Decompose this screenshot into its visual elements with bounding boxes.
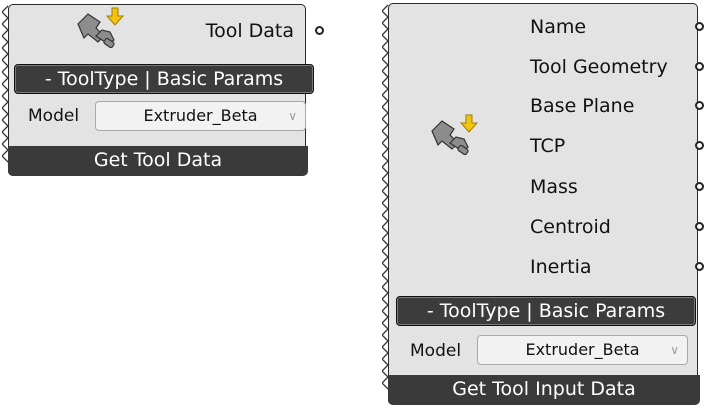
input-edge-zigzag [382,4,389,390]
output-port-centroid[interactable] [695,222,704,231]
model-dropdown-value: Extruder_Beta [143,106,258,125]
component-title: Get Tool Data [93,149,223,171]
model-label: Model [410,341,462,361]
tooltype-params-button[interactable]: - ToolType | Basic Params [396,296,696,326]
output-port-name[interactable] [695,22,704,31]
input-edge-zigzag [2,5,9,163]
output-port-tool-data[interactable] [315,26,324,35]
chevron-down-icon: ∨ [670,343,679,357]
output-port-mass[interactable] [695,182,704,191]
output-label-mass: Mass [530,176,578,198]
component-title-bar: Get Tool Input Data [388,375,700,405]
output-port-tool-geometry[interactable] [695,62,704,71]
get-tool-data-component[interactable]: Tool Data - ToolType | Basic Params Mode… [2,4,324,176]
get-tool-input-data-component[interactable]: Name Tool Geometry Base Plane TCP Mass C… [382,3,704,405]
model-dropdown[interactable]: Extruder_Beta ∨ [477,335,688,365]
robot-tool-extruder-icon [431,114,479,156]
output-label-base-plane: Base Plane [530,95,635,117]
output-label-tool-data: Tool Data [205,20,294,42]
output-label-centroid: Centroid [530,216,611,238]
model-dropdown[interactable]: Extruder_Beta ∨ [95,101,306,131]
component-title-bar: Get Tool Data [8,146,308,176]
model-label: Model [28,106,80,126]
output-port-base-plane[interactable] [695,101,704,110]
output-port-tcp[interactable] [695,141,704,150]
robot-tool-extruder-icon [77,7,125,49]
chevron-down-icon: ∨ [288,109,297,123]
output-label-tool-geometry: Tool Geometry [530,56,668,78]
model-dropdown-value: Extruder_Beta [525,340,640,359]
output-port-inertia[interactable] [695,262,704,271]
output-label-tcp: TCP [530,135,566,157]
tooltype-params-button[interactable]: - ToolType | Basic Params [14,64,314,94]
output-label-inertia: Inertia [530,256,592,278]
output-label-name: Name [530,16,587,38]
component-title: Get Tool Input Data [452,378,636,400]
